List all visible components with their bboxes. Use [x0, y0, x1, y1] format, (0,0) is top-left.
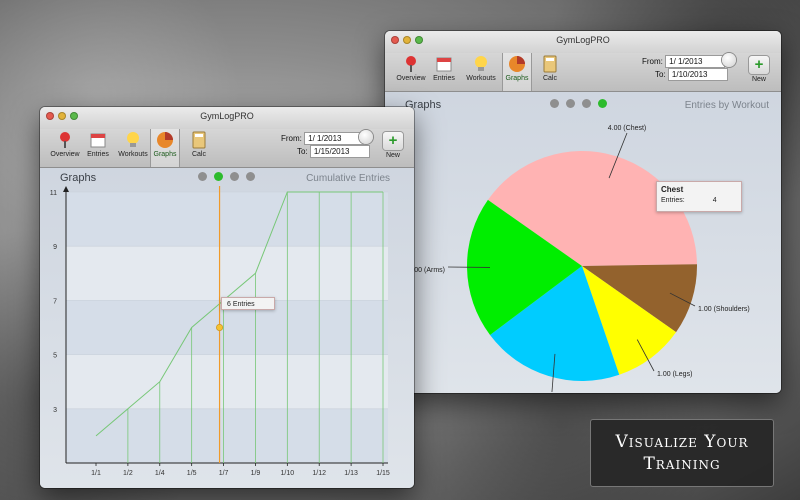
- x-tick-label: 1/7: [219, 470, 229, 477]
- x-tick-label: 1/2: [123, 470, 133, 477]
- line-tooltip: 6 Entries: [221, 297, 275, 310]
- titlebar[interactable]: GymLogPRO: [385, 31, 781, 53]
- pin-icon: [56, 131, 74, 149]
- zoom-button[interactable]: [415, 36, 423, 44]
- new-button[interactable]: + New: [747, 56, 771, 83]
- pie-slice-label: 1.00 (Legs): [657, 371, 692, 378]
- x-tick-label: 1/9: [251, 470, 261, 477]
- toolbar-graphs[interactable]: Graphs: [150, 129, 180, 167]
- window-back: GymLogPRO Overview Entries Workouts Grap…: [385, 31, 781, 393]
- y-tick-label: 11: [50, 190, 57, 197]
- grid-band: [66, 192, 388, 247]
- new-button[interactable]: + New: [381, 132, 405, 159]
- calculator-icon: [190, 131, 208, 149]
- window-title: GymLogPRO: [556, 35, 610, 45]
- pie-slice-label: 4.00 (Chest): [608, 125, 647, 132]
- window-title: GymLogPRO: [200, 111, 254, 121]
- toolbar-workouts[interactable]: Workouts: [116, 131, 150, 158]
- pie-slice-label: 1.00 (Shoulders): [698, 306, 750, 313]
- y-tick-label: 5: [53, 353, 57, 360]
- close-button[interactable]: [391, 36, 399, 44]
- y-tick-label: 9: [53, 244, 57, 251]
- lightbulb-icon: [472, 55, 490, 73]
- toolbar-entries[interactable]: Entries: [431, 55, 457, 82]
- from-row: From: 1/ 1/2013: [642, 55, 726, 68]
- toolbar-calc[interactable]: Calc: [188, 131, 210, 158]
- from-row: From: 1/ 1/2013: [281, 132, 365, 145]
- minimize-button[interactable]: [58, 112, 66, 120]
- y-tick-label: 7: [53, 298, 57, 305]
- graph-area: Graphs Cumulative Entries 3 5 7 9 11 1/1 1/2 1/…: [40, 168, 414, 488]
- cursor-point[interactable]: [216, 324, 224, 332]
- grid-band: [66, 246, 388, 301]
- zoom-button[interactable]: [70, 112, 78, 120]
- to-row: To: 1/15/2013: [297, 145, 370, 158]
- x-tick-label: 1/1: [91, 470, 101, 477]
- plus-icon: +: [749, 56, 769, 74]
- toolbar-calc[interactable]: Calc: [539, 55, 561, 82]
- calendar-icon: [89, 131, 107, 149]
- graph-area: Graphs Entries by Workout 4.00 (Chest) 1.…: [385, 92, 781, 393]
- promo-banner: Visualize Your Training: [590, 419, 774, 487]
- to-row: To: 1/10/2013: [655, 68, 728, 81]
- pie-chart-icon: [156, 131, 174, 149]
- x-tick-label: 1/12: [312, 470, 326, 477]
- grid-band: [66, 408, 388, 463]
- toolbar-graphs[interactable]: Graphs: [502, 53, 532, 91]
- calendar-icon: [435, 55, 453, 73]
- close-button[interactable]: [46, 112, 54, 120]
- date-stepper[interactable]: [359, 130, 373, 144]
- y-tick-label: 3: [53, 407, 57, 414]
- banner-line-2: Training: [643, 454, 721, 474]
- to-date-field[interactable]: 1/15/2013: [309, 145, 370, 158]
- pie-chart-icon: [508, 55, 526, 73]
- toolbar-overview[interactable]: Overview: [49, 131, 81, 158]
- plus-icon: +: [383, 132, 403, 150]
- line-chart: 3 5 7 9 11 1/1 1/2 1/4 1/5 1/7 1/9 1/10 1/12 1/13 1/15: [50, 186, 390, 477]
- pie-slice-label: 00 (Arms): [414, 267, 445, 274]
- titlebar[interactable]: GymLogPRO: [40, 107, 414, 129]
- x-tick-label: 1/5: [187, 470, 197, 477]
- from-date-field[interactable]: 1/ 1/2013: [665, 55, 726, 68]
- date-stepper[interactable]: [722, 53, 736, 67]
- banner-line-1: Visualize Your: [615, 432, 749, 452]
- toolbar-overview[interactable]: Overview: [395, 55, 427, 82]
- minimize-button[interactable]: [403, 36, 411, 44]
- to-date-field[interactable]: 1/10/2013: [667, 68, 728, 81]
- toolbar: Overview Entries Workouts Graphs Calc Fr…: [385, 53, 781, 92]
- y-axis-arrow: [63, 186, 69, 192]
- window-front: GymLogPRO Overview Entries Workouts Grap…: [40, 107, 414, 488]
- pie-chart: 4.00 (Chest)1.00 (Shoulders)1.00 (Legs)2…: [414, 125, 750, 392]
- pin-icon: [402, 55, 420, 73]
- x-tick-label: 1/13: [344, 470, 358, 477]
- pie-tooltip: Chest Entries: 4: [656, 181, 742, 212]
- toolbar: Overview Entries Workouts Graphs Calc Fr…: [40, 129, 414, 168]
- from-date-field[interactable]: 1/ 1/2013: [304, 132, 365, 145]
- x-tick-label: 1/4: [155, 470, 165, 477]
- x-tick-label: 1/10: [281, 470, 295, 477]
- lightbulb-icon: [124, 131, 142, 149]
- toolbar-workouts[interactable]: Workouts: [464, 55, 498, 82]
- calculator-icon: [541, 55, 559, 73]
- x-tick-label: 1/15: [376, 470, 390, 477]
- toolbar-entries[interactable]: Entries: [85, 131, 111, 158]
- grid-band: [66, 354, 388, 409]
